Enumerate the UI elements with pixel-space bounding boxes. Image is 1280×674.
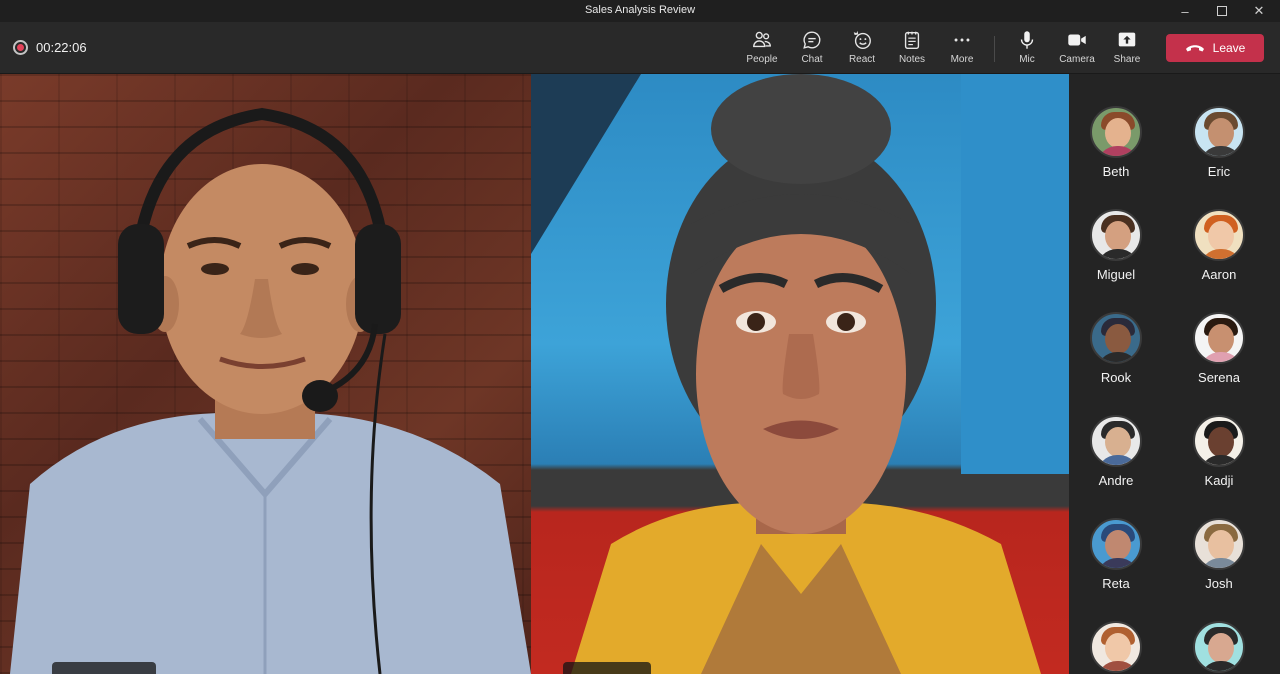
participants-rail: Beth Eric Miguel Aaron Rook Serena Andre… [1069, 74, 1280, 674]
participant-josh[interactable]: Josh [1174, 518, 1264, 591]
share-label: Share [1113, 54, 1141, 65]
title-bar: Sales Analysis Review – ✕ [0, 0, 1280, 22]
video-tile-participant-1[interactable] [0, 74, 531, 674]
participant-name: Eric [1207, 164, 1231, 179]
hang-up-icon [1185, 45, 1204, 52]
participant-video-feed [10, 107, 531, 674]
participant-name: Kadji [1204, 473, 1234, 488]
participant-serena[interactable]: Serena [1174, 312, 1264, 385]
maximize-icon[interactable] [1204, 0, 1240, 22]
window-title: Sales Analysis Review [584, 4, 696, 16]
record-icon [13, 40, 28, 55]
avatar-video-feed [531, 74, 1069, 674]
participant-miguel[interactable]: Miguel [1071, 209, 1161, 282]
react-button[interactable]: React [835, 29, 889, 69]
more-button[interactable]: More [935, 29, 989, 69]
avatar [1193, 415, 1245, 467]
participant-aaron[interactable]: Aaron [1174, 209, 1264, 282]
leave-button[interactable]: Leave [1166, 34, 1264, 62]
react-icon [853, 30, 871, 49]
participant-name: Andre [1098, 473, 1134, 488]
share-button[interactable]: Share [1100, 29, 1154, 69]
mic-icon [1020, 31, 1034, 49]
participant-reta[interactable]: Reta [1071, 518, 1161, 591]
participant-name-tag [563, 662, 651, 674]
video-tile-participant-2[interactable] [531, 74, 1069, 674]
camera-icon [1068, 34, 1086, 46]
chat-button[interactable]: Chat [785, 29, 839, 69]
mic-button[interactable]: Mic [1000, 29, 1054, 69]
avatar [1193, 312, 1245, 364]
share-icon [1118, 32, 1136, 47]
more-label: More [950, 54, 974, 65]
avatar [1193, 106, 1245, 158]
mic-label: Mic [1019, 54, 1035, 65]
toolbar-divider [994, 36, 995, 62]
notes-icon [904, 31, 920, 49]
participant-name: Serena [1198, 370, 1240, 385]
people-button[interactable]: People [735, 29, 789, 69]
avatar [1090, 209, 1142, 261]
chat-label: Chat [801, 54, 823, 65]
participant-name: Beth [1102, 164, 1130, 179]
close-icon[interactable]: ✕ [1241, 0, 1277, 22]
more-icon [954, 38, 970, 42]
participant-name: Rook [1100, 370, 1132, 385]
participant-kadji[interactable]: Kadji [1174, 415, 1264, 488]
recording-indicator: 00:22:06 [13, 40, 87, 55]
avatar [1090, 518, 1142, 570]
avatar [1090, 415, 1142, 467]
avatar [1193, 621, 1245, 673]
avatar [1090, 621, 1142, 673]
participant-name: Josh [1205, 576, 1233, 591]
participant-name: Reta [1102, 576, 1130, 591]
avatar [1193, 209, 1245, 261]
participant-name: Aaron [1201, 267, 1237, 282]
react-label: React [848, 54, 876, 65]
minimize-icon[interactable]: – [1167, 0, 1203, 22]
people-icon [753, 31, 771, 48]
notes-label: Notes [898, 54, 926, 65]
chat-icon [803, 31, 821, 49]
recording-time: 00:22:06 [36, 40, 87, 55]
participant-eric[interactable]: Eric [1174, 106, 1264, 179]
notes-button[interactable]: Notes [885, 29, 939, 69]
avatar [1193, 518, 1245, 570]
meeting-toolbar: 00:22:06 People Chat React Notes More Mi… [0, 22, 1280, 74]
participant-name: Miguel [1096, 267, 1136, 282]
camera-label: Camera [1059, 54, 1095, 65]
participant-rook[interactable]: Rook [1071, 312, 1161, 385]
participant-beth[interactable]: Beth [1071, 106, 1161, 179]
leave-label: Leave [1212, 41, 1246, 55]
participant-andre[interactable]: Andre [1071, 415, 1161, 488]
participant-name-tag [52, 662, 156, 674]
avatar [1090, 312, 1142, 364]
participant-11[interactable] [1071, 621, 1161, 674]
avatar [1090, 106, 1142, 158]
camera-button[interactable]: Camera [1050, 29, 1104, 69]
participant-12[interactable] [1174, 621, 1264, 674]
people-label: People [746, 54, 778, 65]
